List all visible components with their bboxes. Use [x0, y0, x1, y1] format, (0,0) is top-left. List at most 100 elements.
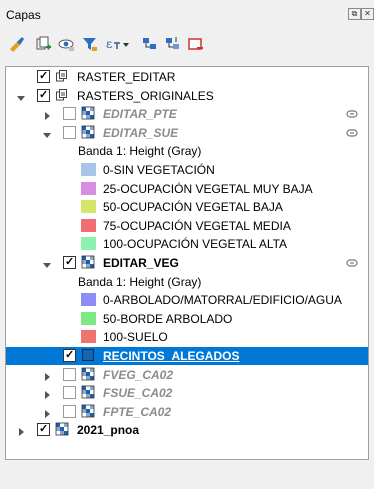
legend-item[interactable]: 25-OCUPACIÓN VEGETAL MUY BAJA — [6, 180, 368, 198]
legend-item[interactable]: 0-ARBOLADO/MATORRAL/EDIFICIO/AGUA — [6, 291, 368, 309]
collapse-arrow-icon[interactable] — [43, 258, 51, 268]
layer-row[interactable]: ✓ RASTER_EDITAR — [6, 68, 368, 86]
visibility-checkbox[interactable]: ✓ — [63, 349, 76, 362]
visibility-checkbox[interactable]: ✓ — [63, 256, 76, 269]
expand-all-icon[interactable] — [141, 34, 159, 56]
layer-name: EDITAR_VEG — [103, 256, 179, 270]
legend-item[interactable]: 100-SUELO — [6, 328, 368, 346]
layer-name: EDITAR_SUE — [103, 125, 179, 140]
legend-item-label: 75-OCUPACIÓN VEGETAL MEDIA — [103, 218, 291, 233]
layer-name: FPTE_CA02 — [103, 404, 172, 419]
chain-link-icon[interactable] — [346, 257, 358, 267]
layers-toolbar: ε — [0, 34, 374, 60]
expand-arrow-icon[interactable] — [43, 388, 51, 400]
legend-band-label: Banda 1: Height (Gray) — [78, 144, 202, 159]
legend-color-swatch — [81, 218, 96, 232]
layer-row[interactable]: ✓ RASTERS_ORIGINALES — [6, 87, 368, 105]
raster-layer-icon — [81, 385, 95, 399]
visibility-checkbox[interactable] — [63, 386, 76, 400]
collapse-arrow-icon[interactable] — [43, 128, 51, 138]
layer-row[interactable]: FPTE_CA02 — [6, 403, 368, 421]
filter-legend-icon[interactable] — [81, 34, 99, 56]
filter-expression-icon[interactable]: ε — [104, 34, 122, 56]
add-group-icon[interactable] — [34, 34, 52, 56]
polygon-layer-icon — [81, 348, 95, 362]
visibility-checkbox[interactable]: ✓ — [37, 423, 50, 437]
layer-name: RASTERS_ORIGINALES — [77, 88, 214, 103]
checkmark-icon: ✓ — [39, 423, 49, 436]
svg-text:ε: ε — [106, 37, 112, 51]
layer-name: FVEG_CA02 — [103, 367, 174, 382]
layers-tree[interactable]: ✓ RASTER_EDITAR ✓ RASTERS_ORIGINALES EDITAR_… — [5, 66, 369, 460]
layer-name: EDITAR_PTE — [103, 107, 177, 122]
checkmark-icon: ✓ — [65, 349, 75, 361]
float-panel-icon[interactable]: ⧉ — [348, 8, 361, 20]
raster-layer-icon — [81, 255, 95, 269]
checkmark-icon: ✓ — [65, 256, 75, 268]
legend-band-label: Banda 1: Height (Gray) — [78, 274, 202, 289]
remove-layer-icon[interactable] — [187, 34, 205, 56]
expand-arrow-icon[interactable] — [43, 109, 51, 121]
raster-layer-icon — [55, 422, 69, 436]
legend-color-swatch — [81, 181, 96, 195]
legend-item-label: 50-BORDE ARBOLADO — [103, 311, 233, 326]
legend-item[interactable]: 100-OCUPACIÓN VEGETAL ALTA — [6, 235, 368, 253]
legend-item-label: 100-SUELO — [103, 330, 168, 345]
group-icon — [55, 88, 69, 102]
legend-item[interactable]: 0-SIN VEGETACIÓN — [6, 161, 368, 179]
layer-row[interactable]: FVEG_CA02 — [6, 366, 368, 384]
visibility-checkbox[interactable] — [63, 367, 76, 381]
legend-item-label: 0-SIN VEGETACIÓN — [103, 163, 215, 177]
legend-color-swatch — [81, 163, 96, 176]
panel-titlebar: Capas ⧉ ✕ — [0, 0, 374, 26]
manage-visibility-icon[interactable] — [58, 34, 76, 56]
expand-arrow-icon[interactable] — [17, 425, 25, 437]
legend-color-swatch — [81, 311, 96, 325]
legend-item-label: 25-OCUPACIÓN VEGETAL MUY BAJA — [103, 181, 313, 196]
visibility-checkbox[interactable]: ✓ — [37, 88, 50, 102]
group-icon — [55, 69, 69, 83]
legend-item-label: 100-OCUPACIÓN VEGETAL ALTA — [103, 237, 288, 252]
style-brush-icon[interactable] — [8, 34, 26, 56]
layer-row[interactable]: ✓ EDITAR_VEG — [6, 254, 368, 272]
collapse-arrow-icon[interactable] — [17, 91, 25, 101]
raster-layer-icon — [81, 125, 95, 139]
legend-item[interactable]: 50-OCUPACIÓN VEGETAL BAJA — [6, 198, 368, 216]
layer-name: RASTER_EDITAR — [77, 70, 176, 84]
legend-color-swatch — [81, 237, 96, 251]
expand-arrow-icon[interactable] — [43, 407, 51, 418]
layer-row[interactable]: FSUE_CA02 — [6, 384, 368, 402]
checkmark-icon: ✓ — [39, 88, 49, 101]
legend-item[interactable]: 75-OCUPACIÓN VEGETAL MEDIA — [6, 217, 368, 235]
raster-layer-icon — [81, 106, 95, 120]
close-panel-icon[interactable]: ✕ — [361, 8, 374, 20]
layer-row[interactable]: EDITAR_PTE — [6, 105, 368, 123]
layer-row[interactable]: ✓ 2021_pnoa — [6, 421, 368, 439]
legend-color-swatch — [81, 330, 96, 344]
collapse-all-icon[interactable] — [164, 34, 182, 56]
layer-name: FSUE_CA02 — [103, 386, 173, 401]
legend-item-label: 50-OCUPACIÓN VEGETAL BAJA — [103, 200, 283, 215]
legend-item[interactable]: 50-BORDE ARBOLADO — [6, 310, 368, 328]
visibility-checkbox[interactable]: ✓ — [37, 70, 50, 83]
visibility-checkbox[interactable] — [63, 107, 76, 121]
layer-name: 2021_pnoa — [77, 423, 140, 438]
layer-name: RECINTOS_ALEGADOS — [103, 349, 240, 363]
expand-arrow-icon[interactable] — [43, 370, 51, 381]
checkmark-icon: ✓ — [39, 70, 49, 82]
legend-item-label: 0-ARBOLADO/MATORRAL/EDIFICIO/AGUA — [103, 293, 342, 308]
dropdown-arrow-icon[interactable] — [121, 34, 131, 56]
visibility-checkbox[interactable] — [63, 404, 76, 418]
legend-color-swatch — [81, 200, 96, 214]
panel-title: Capas — [6, 8, 41, 22]
chain-link-icon[interactable] — [346, 127, 358, 137]
layer-row[interactable]: ✓ RECINTOS_ALEGADOS — [6, 347, 368, 365]
visibility-checkbox[interactable] — [63, 125, 76, 139]
chain-link-icon[interactable] — [346, 108, 358, 118]
legend-band-title: Banda 1: Height (Gray) — [6, 273, 368, 291]
legend-band-title: Banda 1: Height (Gray) — [6, 142, 368, 160]
legend-color-swatch — [81, 293, 96, 307]
raster-layer-icon — [81, 404, 95, 418]
raster-layer-icon — [81, 367, 95, 381]
layer-row[interactable]: EDITAR_SUE — [6, 124, 368, 142]
